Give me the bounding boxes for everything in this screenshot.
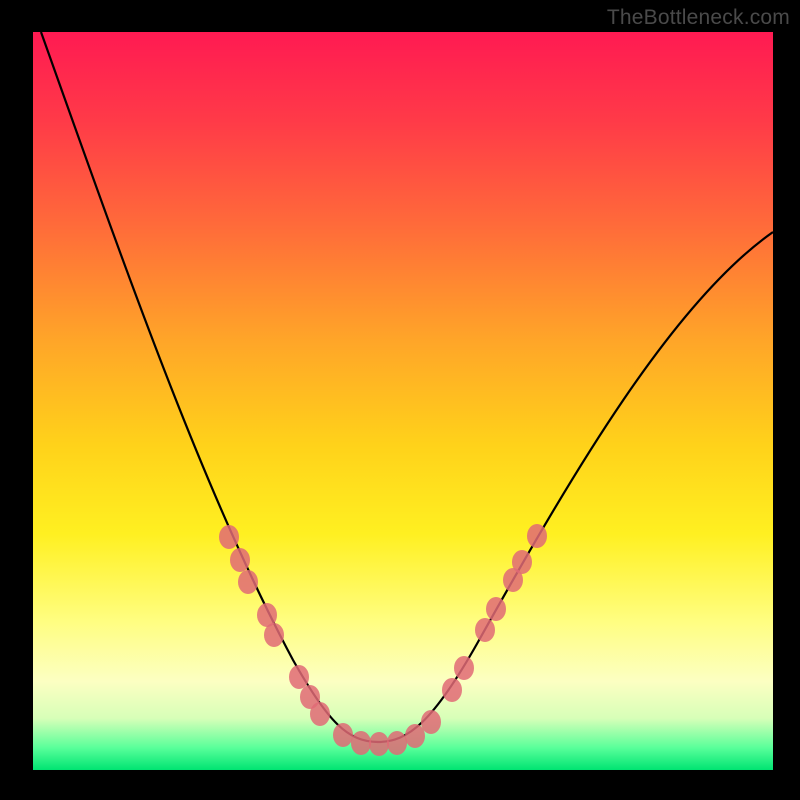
marker-point <box>310 702 330 726</box>
marker-point <box>442 678 462 702</box>
marker-point <box>486 597 506 621</box>
marker-point <box>387 731 407 755</box>
chart-canvas: TheBottleneck.com <box>0 0 800 800</box>
marker-point <box>512 550 532 574</box>
marker-point <box>289 665 309 689</box>
plot-area <box>33 32 773 770</box>
marker-point <box>421 710 441 734</box>
marker-point <box>238 570 258 594</box>
marker-point <box>527 524 547 548</box>
marker-point <box>264 623 284 647</box>
marker-point <box>219 525 239 549</box>
curve-path <box>41 32 773 742</box>
marker-point <box>454 656 474 680</box>
chart-svg <box>33 32 773 770</box>
marker-point <box>475 618 495 642</box>
marker-point <box>230 548 250 572</box>
marker-point <box>405 724 425 748</box>
attribution-label: TheBottleneck.com <box>607 6 790 30</box>
marker-point <box>369 732 389 756</box>
marker-point <box>351 731 371 755</box>
markers-group <box>219 524 547 756</box>
marker-point <box>333 723 353 747</box>
